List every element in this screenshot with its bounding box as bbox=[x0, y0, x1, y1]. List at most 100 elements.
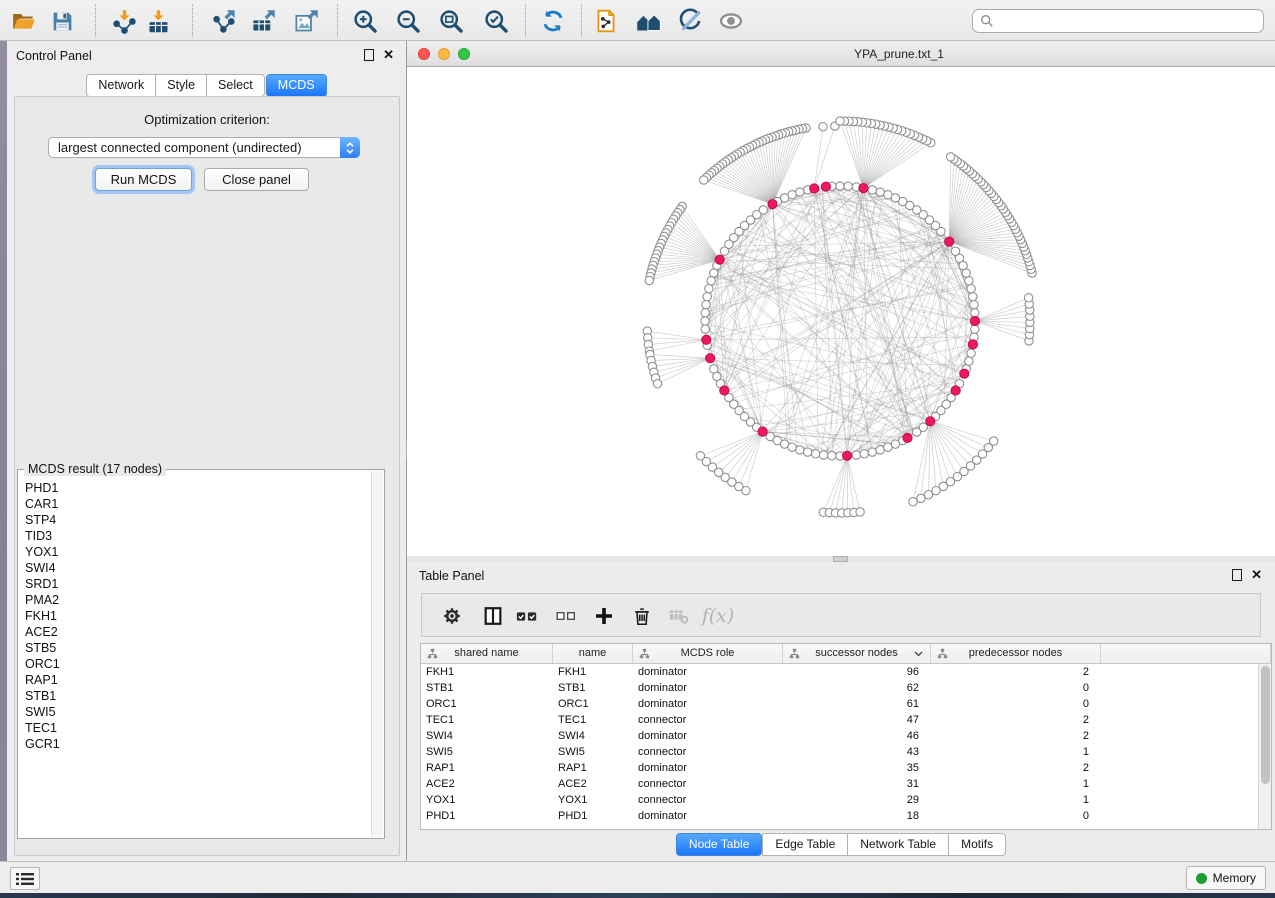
unselect-all-columns-icon[interactable] bbox=[551, 601, 581, 631]
style-preview-icon[interactable] bbox=[674, 5, 706, 37]
mcds-result-item[interactable]: SWI5 bbox=[25, 704, 370, 720]
cell-shared-name[interactable]: FKH1 bbox=[421, 664, 553, 680]
table-row[interactable]: ACE2ACE2connector311 bbox=[421, 776, 1259, 792]
mcds-result-item[interactable]: ORC1 bbox=[25, 656, 370, 672]
column-header-mcds-role[interactable]: MCDS role bbox=[633, 644, 783, 663]
cell-shared-name[interactable]: RAP1 bbox=[421, 760, 553, 776]
cell-shared-name[interactable]: ACE2 bbox=[421, 776, 553, 792]
cell-successor-nodes[interactable]: 61 bbox=[783, 696, 931, 712]
table-settings-gear-icon[interactable] bbox=[437, 601, 467, 631]
function-builder-icon[interactable]: f(x) bbox=[703, 601, 733, 631]
table-row[interactable]: SWI4SWI4dominator462 bbox=[421, 728, 1259, 744]
export-image-icon[interactable] bbox=[290, 5, 322, 37]
cell-successor-nodes[interactable]: 18 bbox=[783, 808, 931, 824]
table-row[interactable]: PHD1PHD1dominator180 bbox=[421, 808, 1259, 824]
cell-predecessor-nodes[interactable]: 1 bbox=[931, 792, 1101, 808]
cell-shared-name[interactable]: STB1 bbox=[421, 680, 553, 696]
cell-name[interactable]: SWI5 bbox=[553, 744, 633, 760]
export-table-icon[interactable] bbox=[247, 5, 279, 37]
cell-name[interactable]: PHD1 bbox=[553, 808, 633, 824]
show-columns-icon[interactable] bbox=[478, 601, 508, 631]
cell-name[interactable]: STB1 bbox=[553, 680, 633, 696]
cell-successor-nodes[interactable]: 31 bbox=[783, 776, 931, 792]
select-all-columns-icon[interactable] bbox=[512, 601, 542, 631]
mcds-result-item[interactable]: PMA2 bbox=[25, 592, 370, 608]
cell-mcds-role[interactable]: dominator bbox=[633, 728, 783, 744]
cell-predecessor-nodes[interactable]: 0 bbox=[931, 808, 1101, 824]
close-panel-icon[interactable]: ✕ bbox=[1251, 569, 1262, 581]
mcds-result-item[interactable]: STP4 bbox=[25, 512, 370, 528]
mcds-result-item[interactable]: STB1 bbox=[25, 688, 370, 704]
close-panel-icon[interactable]: ✕ bbox=[383, 49, 394, 61]
open-file-icon[interactable] bbox=[8, 5, 40, 37]
export-network-icon[interactable] bbox=[208, 5, 240, 37]
column-header-name[interactable]: name bbox=[553, 644, 633, 663]
cell-shared-name[interactable]: ORC1 bbox=[421, 696, 553, 712]
mcds-result-item[interactable]: CAR1 bbox=[25, 496, 370, 512]
tab-network[interactable]: Network bbox=[86, 74, 156, 97]
cell-predecessor-nodes[interactable]: 2 bbox=[931, 712, 1101, 728]
column-header-successor-nodes[interactable]: successor nodes bbox=[783, 644, 931, 663]
mcds-result-item[interactable]: GCR1 bbox=[25, 736, 370, 752]
show-hide-graphics-icon[interactable] bbox=[715, 5, 747, 37]
cell-mcds-role[interactable]: dominator bbox=[633, 808, 783, 824]
zoom-in-icon[interactable] bbox=[349, 5, 381, 37]
table-row[interactable]: SWI5SWI5connector431 bbox=[421, 744, 1259, 760]
mcds-result-item[interactable]: TEC1 bbox=[25, 720, 370, 736]
mcds-result-item[interactable]: STB5 bbox=[25, 640, 370, 656]
tab-node-table[interactable]: Node Table bbox=[676, 833, 763, 856]
cell-mcds-role[interactable]: dominator bbox=[633, 760, 783, 776]
cell-successor-nodes[interactable]: 46 bbox=[783, 728, 931, 744]
zoom-out-icon[interactable] bbox=[392, 5, 424, 37]
cell-predecessor-nodes[interactable]: 0 bbox=[931, 680, 1101, 696]
mcds-result-item[interactable]: TID3 bbox=[25, 528, 370, 544]
mcds-result-item[interactable]: RAP1 bbox=[25, 672, 370, 688]
cell-successor-nodes[interactable]: 96 bbox=[783, 664, 931, 680]
tab-motifs[interactable]: Motifs bbox=[949, 833, 1006, 856]
mcds-result-item[interactable]: SRD1 bbox=[25, 576, 370, 592]
cell-name[interactable]: YOX1 bbox=[553, 792, 633, 808]
float-window-icon[interactable] bbox=[1232, 569, 1242, 581]
cell-mcds-role[interactable]: dominator bbox=[633, 696, 783, 712]
delete-table-icon[interactable] bbox=[664, 601, 694, 631]
delete-column-trash-icon[interactable] bbox=[627, 601, 657, 631]
cell-mcds-role[interactable]: connector bbox=[633, 744, 783, 760]
table-row[interactable]: FKH1FKH1dominator962 bbox=[421, 664, 1259, 680]
float-window-icon[interactable] bbox=[364, 49, 374, 61]
run-mcds-button[interactable]: Run MCDS bbox=[95, 168, 192, 191]
tab-select[interactable]: Select bbox=[207, 74, 265, 97]
tab-edge-table[interactable]: Edge Table bbox=[762, 833, 848, 856]
cell-shared-name[interactable]: TEC1 bbox=[421, 712, 553, 728]
cell-shared-name[interactable]: SWI4 bbox=[421, 728, 553, 744]
mcds-list-scrollbar[interactable] bbox=[371, 471, 383, 837]
mcds-result-item[interactable]: YOX1 bbox=[25, 544, 370, 560]
cell-successor-nodes[interactable]: 35 bbox=[783, 760, 931, 776]
new-network-from-selection-icon[interactable] bbox=[590, 5, 622, 37]
table-row[interactable]: RAP1RAP1dominator352 bbox=[421, 760, 1259, 776]
cell-successor-nodes[interactable]: 62 bbox=[783, 680, 931, 696]
save-session-icon[interactable] bbox=[46, 5, 78, 37]
search-input[interactable] bbox=[999, 14, 1263, 28]
cell-successor-nodes[interactable]: 43 bbox=[783, 744, 931, 760]
memory-button[interactable]: Memory bbox=[1186, 866, 1266, 890]
tab-style[interactable]: Style bbox=[156, 74, 207, 97]
cell-name[interactable]: SWI4 bbox=[553, 728, 633, 744]
mcds-result-item[interactable]: ACE2 bbox=[25, 624, 370, 640]
cell-name[interactable]: ORC1 bbox=[553, 696, 633, 712]
cell-mcds-role[interactable]: dominator bbox=[633, 680, 783, 696]
table-row[interactable]: YOX1YOX1connector291 bbox=[421, 792, 1259, 808]
cell-successor-nodes[interactable]: 47 bbox=[783, 712, 931, 728]
cell-name[interactable]: FKH1 bbox=[553, 664, 633, 680]
mcds-result-item[interactable]: FKH1 bbox=[25, 608, 370, 624]
cell-mcds-role[interactable]: dominator bbox=[633, 664, 783, 680]
tab-mcds[interactable]: MCDS bbox=[266, 74, 327, 97]
home-icon[interactable] bbox=[632, 5, 664, 37]
refresh-icon[interactable] bbox=[537, 5, 569, 37]
table-row[interactable]: TEC1TEC1connector472 bbox=[421, 712, 1259, 728]
table-row[interactable]: STB1STB1dominator620 bbox=[421, 680, 1259, 696]
cell-shared-name[interactable]: SWI5 bbox=[421, 744, 553, 760]
zoom-fit-icon[interactable] bbox=[435, 5, 467, 37]
table-row[interactable]: ORC1ORC1dominator610 bbox=[421, 696, 1259, 712]
cell-predecessor-nodes[interactable]: 2 bbox=[931, 760, 1101, 776]
zoom-selected-icon[interactable] bbox=[480, 5, 512, 37]
